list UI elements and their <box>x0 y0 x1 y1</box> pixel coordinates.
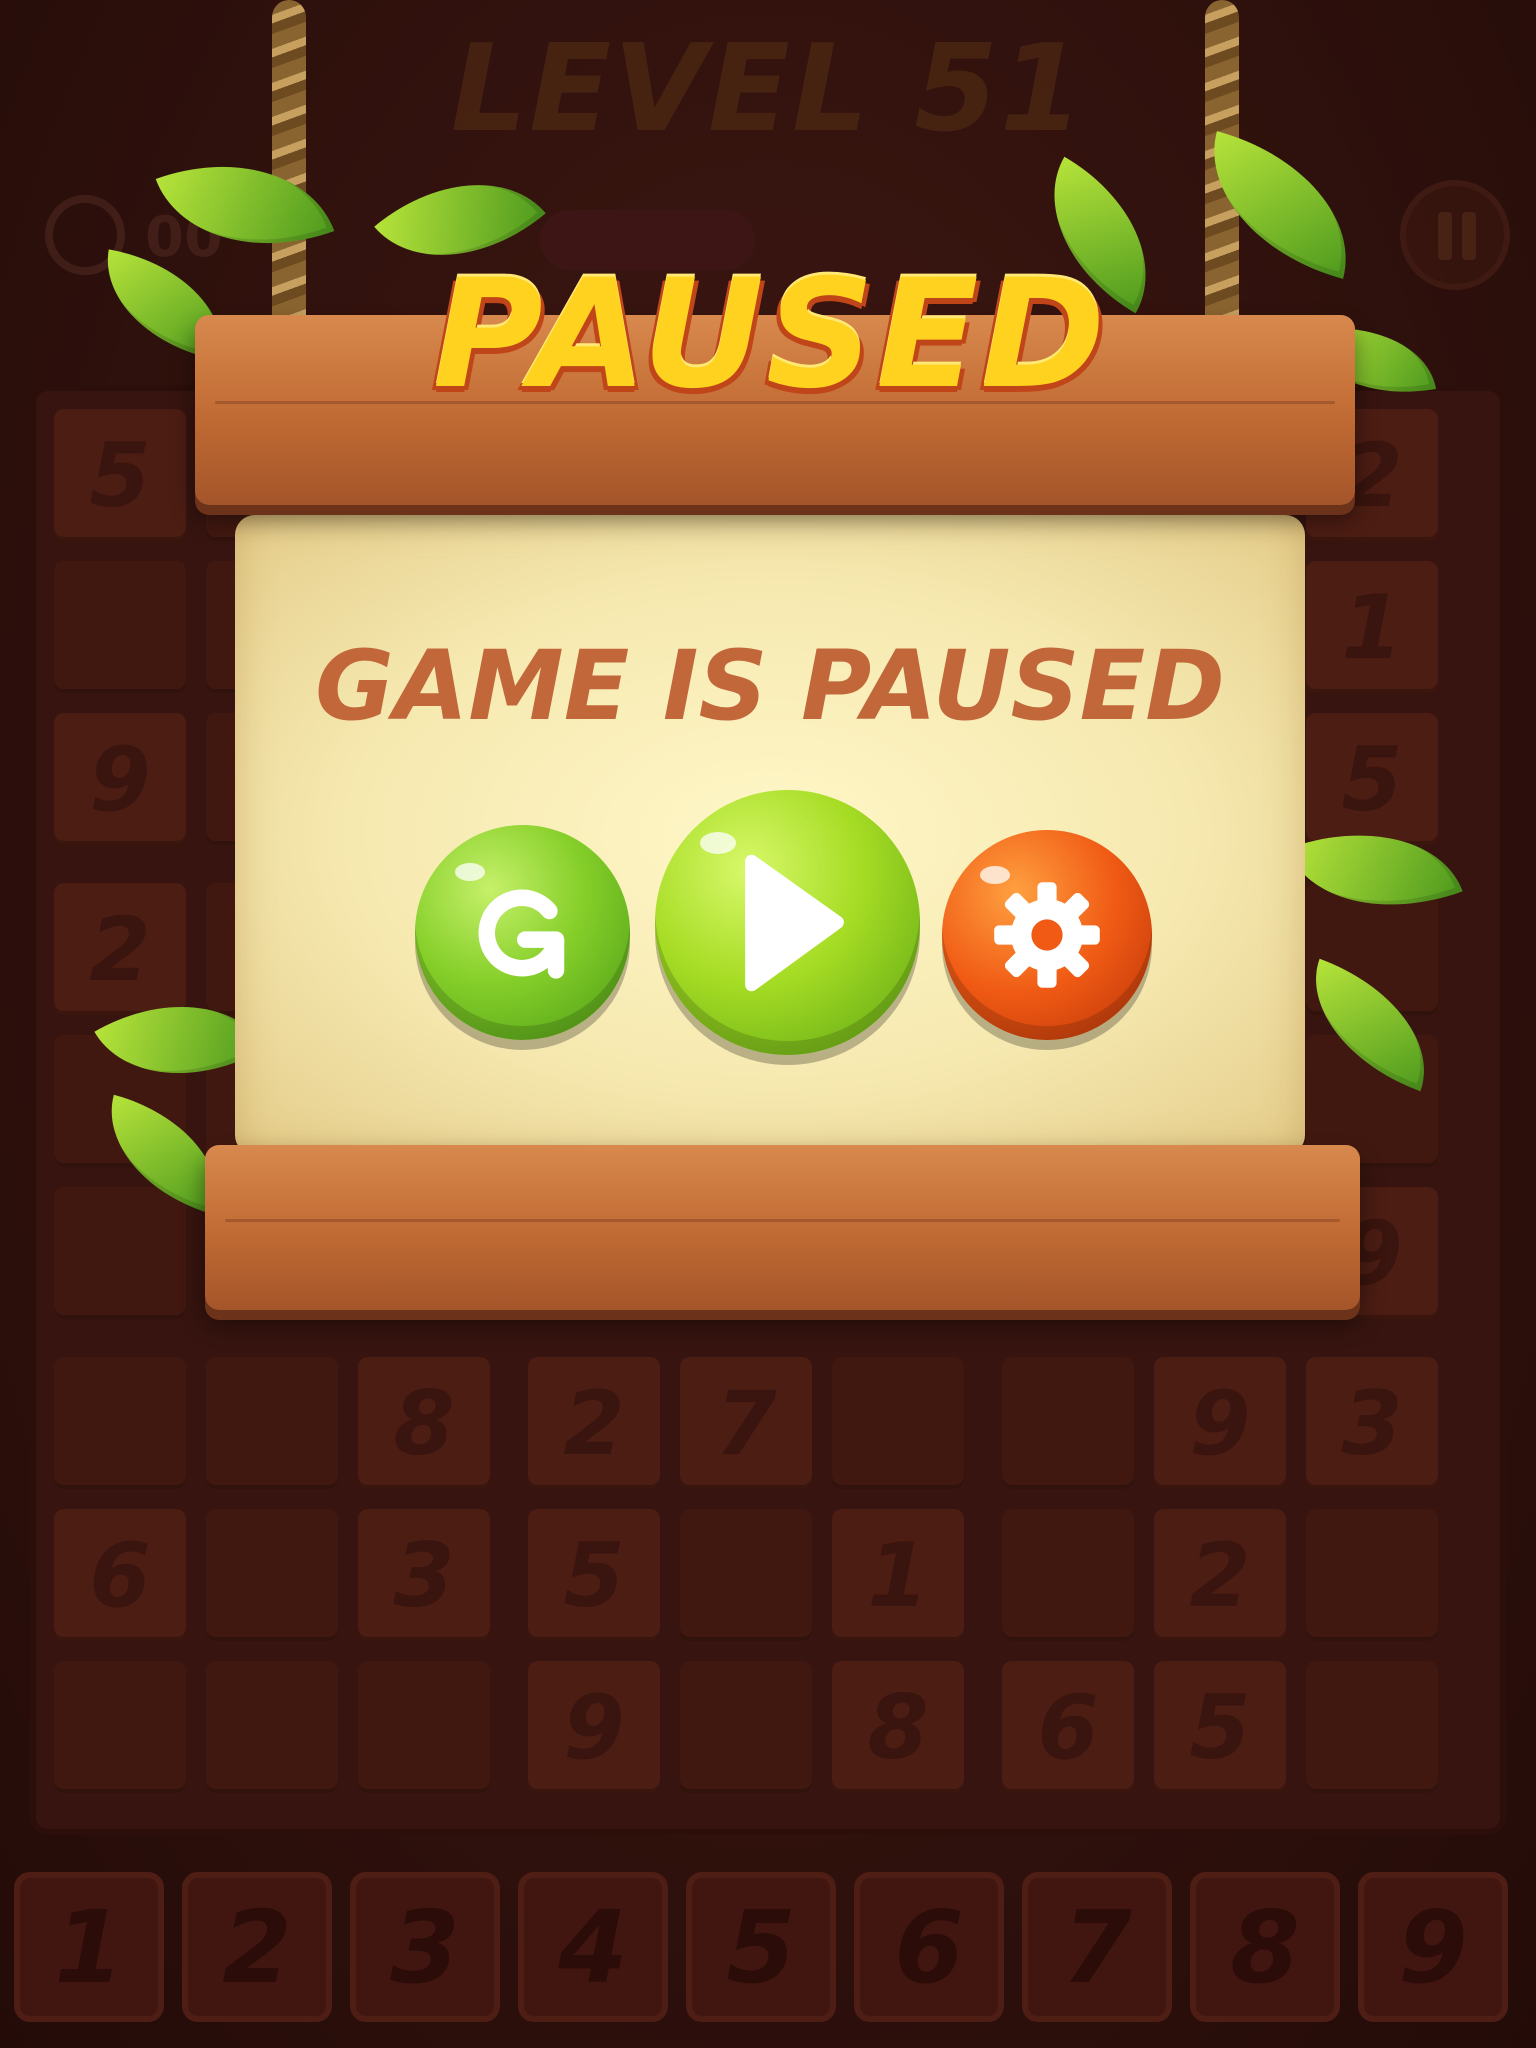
play-button[interactable] <box>655 790 920 1055</box>
restart-icon <box>468 878 578 988</box>
settings-button[interactable] <box>942 830 1152 1040</box>
gear-icon <box>987 875 1107 995</box>
paused-title: PAUSED <box>432 248 1108 422</box>
play-icon <box>723 848 853 998</box>
restart-button[interactable] <box>415 825 630 1040</box>
bottom-wood-plank <box>205 1145 1360 1310</box>
pause-message: GAME IS PAUSED <box>315 630 1225 742</box>
